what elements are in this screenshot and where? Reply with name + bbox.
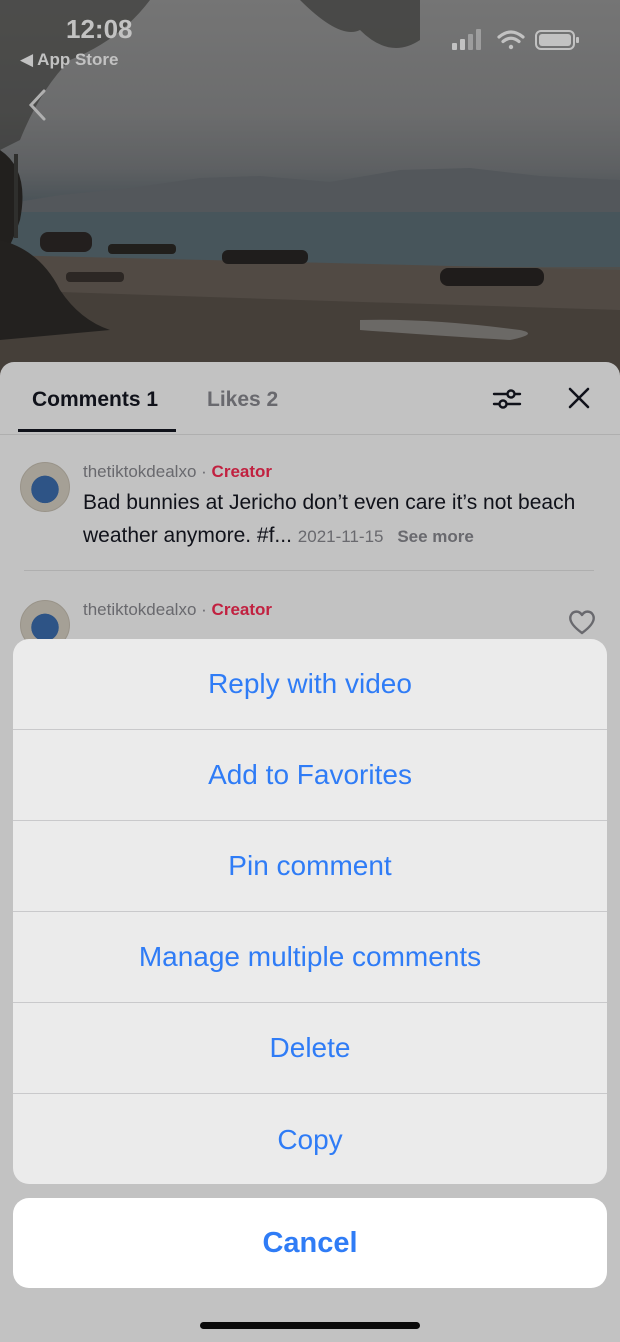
pin-comment-button[interactable]: Pin comment — [13, 821, 607, 912]
manage-multiple-comments-button[interactable]: Manage multiple comments — [13, 912, 607, 1003]
add-to-favorites-button[interactable]: Add to Favorites — [13, 730, 607, 821]
copy-button[interactable]: Copy — [13, 1094, 607, 1184]
reply-with-video-button[interactable]: Reply with video — [13, 639, 607, 730]
cancel-button[interactable]: Cancel — [13, 1198, 607, 1288]
action-sheet: Reply with video Add to Favorites Pin co… — [13, 639, 607, 1184]
home-indicator[interactable] — [200, 1322, 420, 1329]
delete-button[interactable]: Delete — [13, 1003, 607, 1094]
